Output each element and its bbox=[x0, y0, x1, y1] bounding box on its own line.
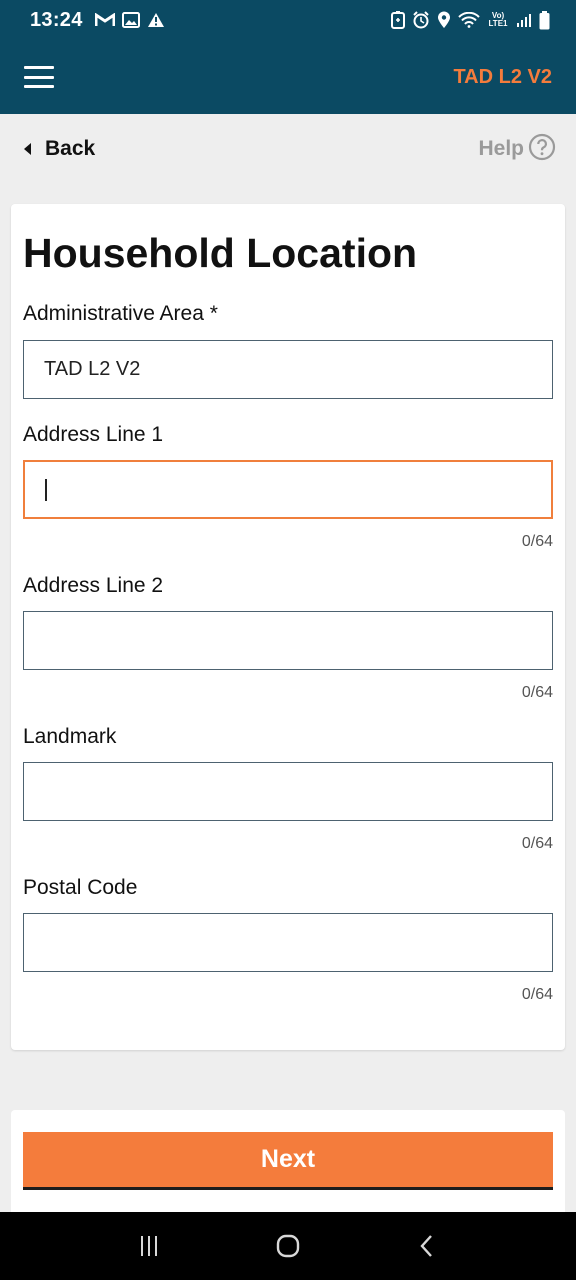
landmark-input[interactable] bbox=[23, 762, 553, 821]
address-line-2-counter: 0/64 bbox=[521, 684, 553, 701]
address-line-2-input[interactable] bbox=[23, 611, 553, 670]
postal-code-label: Postal Code bbox=[23, 876, 138, 899]
caret-left-icon bbox=[24, 143, 31, 155]
app-title: TAD L2 V2 bbox=[453, 65, 552, 88]
status-bar: 13:24 Vo) LTE1 bbox=[0, 0, 576, 40]
address-line-1-input[interactable] bbox=[23, 460, 553, 519]
address-line-1-counter: 0/64 bbox=[521, 533, 553, 550]
text-cursor bbox=[45, 478, 47, 501]
wifi-icon bbox=[458, 12, 480, 28]
battery-icon bbox=[539, 10, 550, 30]
location-icon bbox=[437, 11, 451, 29]
alarm-icon bbox=[412, 11, 430, 29]
administrative-area-label: Administrative Area * bbox=[23, 302, 218, 325]
warning-icon bbox=[147, 12, 165, 28]
recent-apps-icon[interactable] bbox=[129, 1226, 169, 1266]
postal-code-counter: 0/64 bbox=[521, 986, 553, 1003]
status-time: 13:24 bbox=[30, 8, 83, 31]
battery-saver-icon bbox=[391, 11, 405, 29]
help-button[interactable]: Help bbox=[478, 133, 556, 166]
help-label: Help bbox=[478, 137, 524, 160]
signal-icon bbox=[516, 12, 532, 28]
nav-row: Back Help bbox=[0, 114, 576, 184]
back-nav-icon[interactable] bbox=[407, 1226, 447, 1266]
help-circle-icon bbox=[528, 133, 556, 166]
volte-label: Vo) LTE1 bbox=[488, 11, 508, 28]
footer-card: Next bbox=[11, 1110, 565, 1212]
hamburger-menu-icon[interactable] bbox=[24, 66, 54, 88]
administrative-area-field[interactable]: TAD L2 V2 bbox=[23, 340, 553, 399]
gmail-icon bbox=[94, 13, 115, 27]
volte-icon: Vo) LTE1 bbox=[487, 12, 509, 28]
household-location-card: Household Location Administrative Area *… bbox=[11, 204, 565, 1050]
next-button[interactable]: Next bbox=[23, 1132, 553, 1190]
system-nav-bar bbox=[0, 1212, 576, 1280]
landmark-counter: 0/64 bbox=[521, 835, 553, 852]
back-button[interactable]: Back bbox=[24, 137, 95, 161]
home-icon[interactable] bbox=[268, 1226, 308, 1266]
app-bar: TAD L2 V2 bbox=[0, 40, 576, 114]
image-icon bbox=[121, 12, 140, 28]
address-line-1-label: Address Line 1 bbox=[23, 423, 164, 446]
administrative-area-value: TAD L2 V2 bbox=[44, 358, 141, 380]
address-line-2-label: Address Line 2 bbox=[23, 574, 164, 597]
back-label: Back bbox=[45, 137, 96, 160]
landmark-label: Landmark bbox=[23, 725, 117, 748]
page-title: Household Location bbox=[23, 230, 418, 276]
postal-code-input[interactable] bbox=[23, 913, 553, 972]
